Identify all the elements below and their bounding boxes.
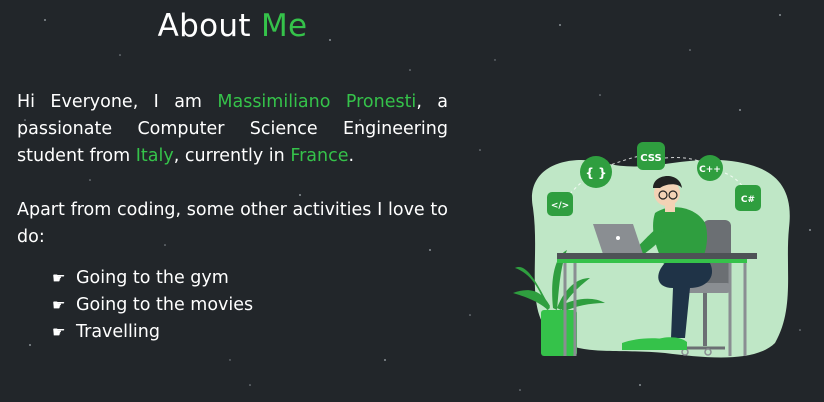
country-current: France <box>290 146 349 166</box>
hobbies-list: ☛ Going to the gym ☛ Going to the movies… <box>52 265 253 346</box>
badge-csharp: C# <box>741 195 755 205</box>
hobby-label: Going to the gym <box>76 268 229 288</box>
country-origin: Italy <box>135 146 174 166</box>
pointing-hand-icon: ☛ <box>52 296 66 314</box>
list-item: ☛ Going to the gym <box>52 265 253 292</box>
badge-braces: { } <box>585 166 606 180</box>
developer-illustration: { } CSS C++ </> C# <box>513 142 790 358</box>
section-title: About Me <box>0 8 465 44</box>
list-item: ☛ Going to the movies <box>52 292 253 319</box>
badge-cpp: C++ <box>699 165 721 175</box>
intro-text-4: . <box>348 146 355 166</box>
title-prefix: About <box>157 8 251 44</box>
badge-html: </> <box>551 201 569 211</box>
intro-text-1: Hi Everyone, I am <box>17 92 202 112</box>
hobbies-intro: Apart from coding, some other activities… <box>17 200 448 247</box>
author-name: Massimiliano Pronesti <box>217 92 417 112</box>
list-item: ☛ Travelling <box>52 319 253 346</box>
hobby-label: Going to the movies <box>76 295 254 315</box>
intro-paragraph: Hi Everyone, I am Massimiliano Pronesti,… <box>17 89 448 170</box>
title-accent: Me <box>260 8 308 44</box>
badge-css: CSS <box>640 153 661 164</box>
pointing-hand-icon: ☛ <box>52 323 66 341</box>
intro-text-3: , currently in <box>173 146 285 166</box>
hobby-label: Travelling <box>76 322 160 342</box>
pointing-hand-icon: ☛ <box>52 269 66 287</box>
